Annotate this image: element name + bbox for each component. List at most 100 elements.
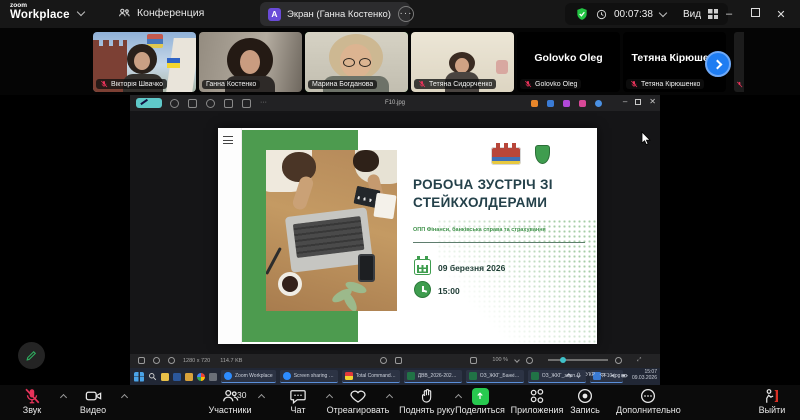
clock-icon: [596, 9, 607, 20]
record-icon: [576, 387, 594, 405]
name-label: Ганна Костенко: [202, 80, 260, 89]
raised-hand-icon: [419, 387, 436, 405]
record-label: Запись: [553, 405, 617, 415]
photo-viewer-titlebar: ··· F10.jpg – ✕: [130, 95, 660, 111]
taskbar-window-label: ДВВ_2026-2027 нр_нак...: [418, 373, 459, 379]
chrome-icon[interactable]: [197, 373, 205, 381]
mouse-cursor: [641, 131, 652, 146]
zoom-out-icon[interactable]: [526, 357, 533, 364]
viewer-statusbar: 1280 x 720 114.7 KB 100 % ⤢: [130, 354, 660, 368]
viewer-maximize-button[interactable]: [635, 99, 641, 105]
windows-taskbar: Zoom Workplace Screen sharing meetin... …: [130, 368, 660, 385]
leave-button[interactable]: Выйти: [740, 387, 800, 415]
favorite-heart-icon[interactable]: [153, 357, 160, 364]
app-icon-blue[interactable]: [547, 100, 554, 107]
audio-label: Звук: [0, 405, 64, 415]
share-screen-label: Поделиться: [448, 405, 512, 415]
app-icon-purple[interactable]: [563, 100, 570, 107]
conference-tab-label: Конференция: [137, 7, 204, 19]
chevron-down-icon[interactable]: [77, 8, 85, 16]
taskbar-window-label: Screen sharing meetin...: [294, 373, 335, 379]
app-icon-orange[interactable]: [531, 100, 538, 107]
close-button[interactable]: ✕: [768, 8, 794, 21]
taskbar-window-total-commander[interactable]: Total Commander (x64): [342, 370, 400, 383]
zoom-slider[interactable]: [548, 359, 608, 361]
fullscreen-icon[interactable]: ⤢: [637, 357, 644, 364]
chat-button[interactable]: Чат: [266, 387, 330, 415]
photo-keyboard-shape: [293, 216, 365, 258]
battery-icon[interactable]: [621, 372, 628, 379]
name-label: Марина Богданова: [308, 80, 377, 89]
taskbar-window-screenshare[interactable]: Screen sharing meetin...: [280, 370, 338, 383]
flag-graphic: [167, 58, 180, 68]
tray-mic-icon[interactable]: [575, 372, 582, 379]
image-dimensions: 1280 x 720: [183, 358, 210, 364]
video-tile-viktoria[interactable]: Вікторія Швачко: [93, 32, 196, 92]
search-icon[interactable]: [148, 372, 157, 381]
zoom-in-icon[interactable]: [615, 357, 622, 364]
people-icon: [118, 6, 131, 19]
participants-button[interactable]: 30 Участники: [198, 387, 262, 415]
slide-photo-desk-scene: [266, 150, 397, 311]
participant-name: Golovko Oleg: [535, 81, 577, 88]
chevron-down-icon[interactable]: [659, 8, 667, 16]
pinned-app-icon[interactable]: [209, 373, 217, 381]
meeting-status-pill[interactable]: 00:07:38 Вид: [565, 3, 728, 25]
zoom-workplace-logo: zoom Workplace: [10, 3, 70, 21]
cloud-icon[interactable]: [595, 100, 602, 107]
minimize-button[interactable]: –: [716, 8, 742, 20]
video-tile-tetiana-s[interactable]: Тетяна Сидорченко: [411, 32, 514, 92]
volume-icon[interactable]: [610, 372, 617, 379]
share-screen-button[interactable]: Поделиться: [448, 387, 512, 415]
name-label: Golovko Oleg: [520, 79, 581, 89]
annotate-button[interactable]: [18, 342, 45, 369]
filmstrip-icon[interactable]: [138, 357, 145, 364]
person-silhouette: [455, 58, 469, 73]
video-tile-ganna[interactable]: Ганна Костенко: [199, 32, 302, 92]
audio-button[interactable]: Звук: [0, 387, 64, 415]
viewer-minimize-button[interactable]: –: [623, 97, 627, 106]
view-button-label[interactable]: Вид: [683, 9, 701, 20]
camera-icon: [84, 387, 103, 405]
next-participants-page-button[interactable]: [705, 51, 731, 77]
participants-count: 30: [237, 390, 246, 400]
info-icon[interactable]: [168, 357, 175, 364]
video-tile-golovko-oleg[interactable]: Golovko Oleg Golovko Oleg: [517, 32, 620, 92]
taskbar-window-doc-1[interactable]: ДВВ_2026-2027 нр_нак...: [404, 370, 462, 383]
photo-pen-shape: [266, 247, 282, 275]
react-button[interactable]: Отреагировать: [326, 387, 390, 415]
muted-mic-icon: [524, 80, 532, 88]
record-button[interactable]: Запись: [553, 387, 617, 415]
participant-name: Тетяна Сидорченко: [429, 81, 492, 88]
wifi-icon[interactable]: [599, 372, 606, 379]
video-tile-maryna-active-speaker[interactable]: Марина Богданова: [305, 32, 408, 92]
file-explorer-icon[interactable]: [161, 373, 169, 381]
tray-language[interactable]: УКР: [586, 372, 595, 378]
app-icon-magenta[interactable]: [579, 100, 586, 107]
avatar: A: [268, 8, 281, 21]
word-icon[interactable]: [173, 373, 181, 381]
tray-expand-icon[interactable]: [566, 373, 571, 378]
fit-to-window-icon[interactable]: [470, 357, 477, 364]
tab-screen-share[interactable]: A Экран (Ганна Костенко): [260, 2, 410, 26]
taskbar-window-zoom[interactable]: Zoom Workplace: [221, 370, 276, 383]
screen-tab-label: Экран (Ганна Костенко): [287, 9, 391, 20]
chevron-down-icon[interactable]: [514, 357, 520, 363]
tab-conference[interactable]: Конференция: [118, 6, 204, 19]
taskbar-window-doc-2[interactable]: ОЗ_ЖКГ_Банківська_20...: [466, 370, 524, 383]
share-screen-icon: [472, 388, 489, 405]
compare-icon[interactable]: [395, 357, 402, 364]
more-button[interactable]: Дополнительно: [616, 387, 680, 415]
maximize-button[interactable]: [742, 8, 768, 20]
viewer-status-center-icons: [380, 357, 410, 364]
viewer-close-button[interactable]: ✕: [649, 97, 656, 106]
more-tabs-button[interactable]: [398, 6, 414, 22]
presentation-slide-image: РОБОЧА ЗУСТРІЧ ЗІ СТЕЙКХОЛДЕРАМИ ОПП Фін…: [218, 128, 597, 344]
zoom-level[interactable]: 100 %: [492, 357, 508, 363]
folder-icon[interactable]: [185, 373, 193, 381]
participant-name: Вікторія Швачко: [111, 81, 163, 88]
video-button[interactable]: Видео: [61, 387, 125, 415]
slideshow-icon[interactable]: [380, 357, 387, 364]
windows-start-button[interactable]: [134, 372, 144, 382]
tray-clock[interactable]: 15:07 09.03.2026: [632, 369, 657, 382]
